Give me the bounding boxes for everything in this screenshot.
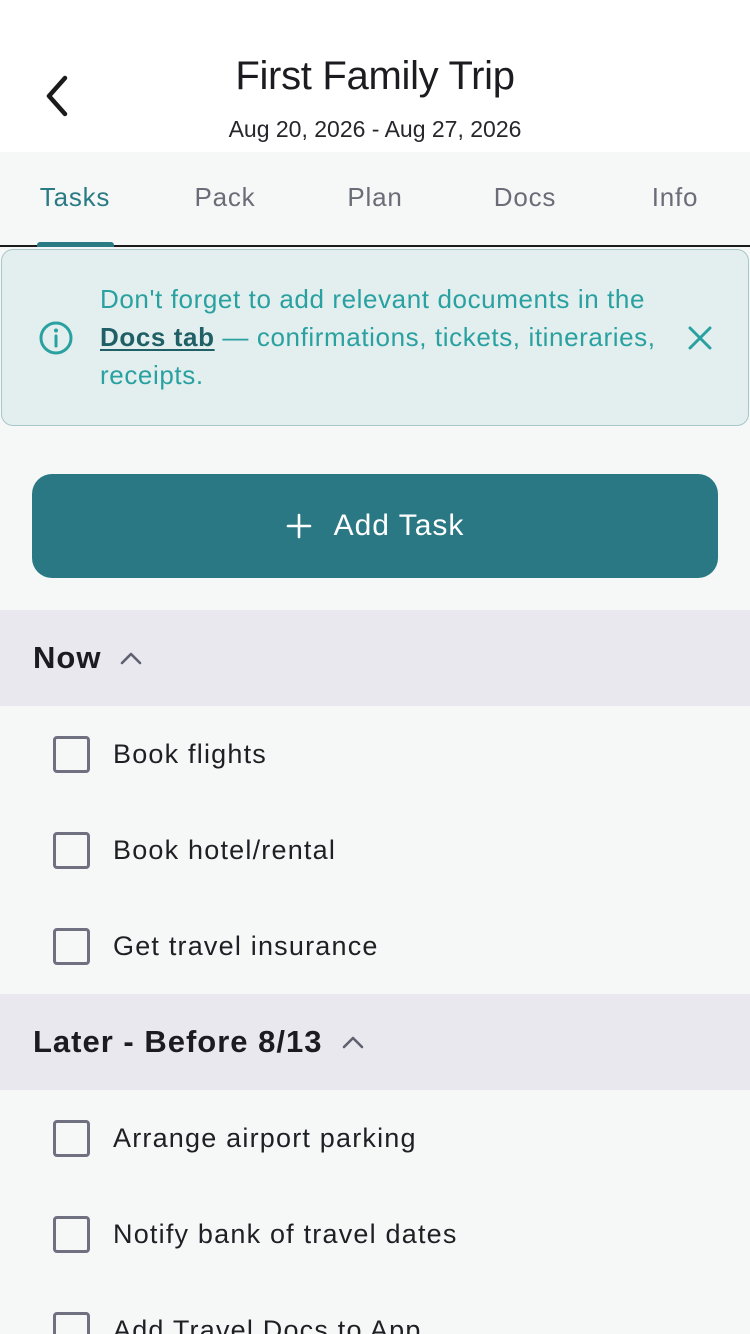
- docs-tab-link[interactable]: Docs tab: [100, 322, 215, 352]
- chevron-up-icon: [341, 1030, 365, 1054]
- banner-close-button[interactable]: [680, 318, 720, 358]
- tab-pack[interactable]: Pack: [150, 152, 300, 245]
- section-header-now[interactable]: Now: [0, 610, 750, 706]
- header: First Family Trip Aug 20, 2026 - Aug 27,…: [0, 0, 750, 152]
- info-circle-icon: [39, 321, 73, 355]
- task-label: Book flights: [113, 738, 267, 769]
- tab-label: Tasks: [39, 182, 111, 212]
- plus-icon: [286, 513, 311, 539]
- tab-label: Info: [651, 182, 699, 212]
- task-row: Book hotel/rental: [0, 802, 750, 898]
- section-title: Now: [33, 640, 102, 675]
- section-title: Later - Before 8/13: [33, 1024, 323, 1059]
- tab-plan[interactable]: Plan: [300, 152, 450, 245]
- tab-label: Docs: [493, 182, 557, 212]
- task-label: Arrange airport parking: [113, 1122, 417, 1153]
- docs-reminder-banner: Don't forget to add relevant documents i…: [1, 249, 749, 426]
- task-label: Book hotel/rental: [113, 834, 337, 865]
- page-title: First Family Trip: [235, 54, 515, 98]
- task-checkbox[interactable]: [53, 1215, 90, 1253]
- task-row: Book flights: [0, 706, 750, 802]
- trip-tasks-screen: First Family Trip Aug 20, 2026 - Aug 27,…: [0, 0, 750, 1334]
- tab-label: Plan: [347, 182, 403, 212]
- tab-tasks[interactable]: Tasks: [0, 152, 150, 247]
- close-icon: [688, 326, 712, 350]
- task-checkbox[interactable]: [53, 735, 90, 773]
- section-header-later[interactable]: Later - Before 8/13: [0, 994, 750, 1090]
- trip-date-range: Aug 20, 2026 - Aug 27, 2026: [228, 116, 522, 142]
- banner-text-before: Don't forget to add relevant documents i…: [100, 284, 646, 314]
- task-row: Arrange airport parking: [0, 1090, 750, 1186]
- active-tab-indicator: [37, 242, 114, 247]
- task-checkbox[interactable]: [53, 1311, 90, 1334]
- task-checkbox[interactable]: [53, 927, 90, 965]
- task-row: Get travel insurance: [0, 898, 750, 994]
- task-checkbox[interactable]: [53, 831, 90, 869]
- add-task-label: Add Task: [333, 509, 465, 542]
- task-label: Add Travel Docs to App: [113, 1314, 422, 1334]
- task-checkbox[interactable]: [53, 1119, 90, 1157]
- task-row: Add Travel Docs to App: [0, 1282, 750, 1334]
- task-label: Get travel insurance: [113, 930, 379, 961]
- tab-docs[interactable]: Docs: [450, 152, 600, 245]
- chevron-up-icon: [119, 646, 143, 670]
- task-row: Notify bank of travel dates: [0, 1186, 750, 1282]
- tab-bar: Tasks Pack Plan Docs Info: [0, 152, 750, 247]
- add-task-button[interactable]: Add Task: [32, 474, 718, 578]
- banner-message: Don't forget to add relevant documents i…: [100, 280, 670, 394]
- task-label: Notify bank of travel dates: [113, 1218, 458, 1249]
- tab-info[interactable]: Info: [600, 152, 750, 245]
- tab-label: Pack: [194, 182, 256, 212]
